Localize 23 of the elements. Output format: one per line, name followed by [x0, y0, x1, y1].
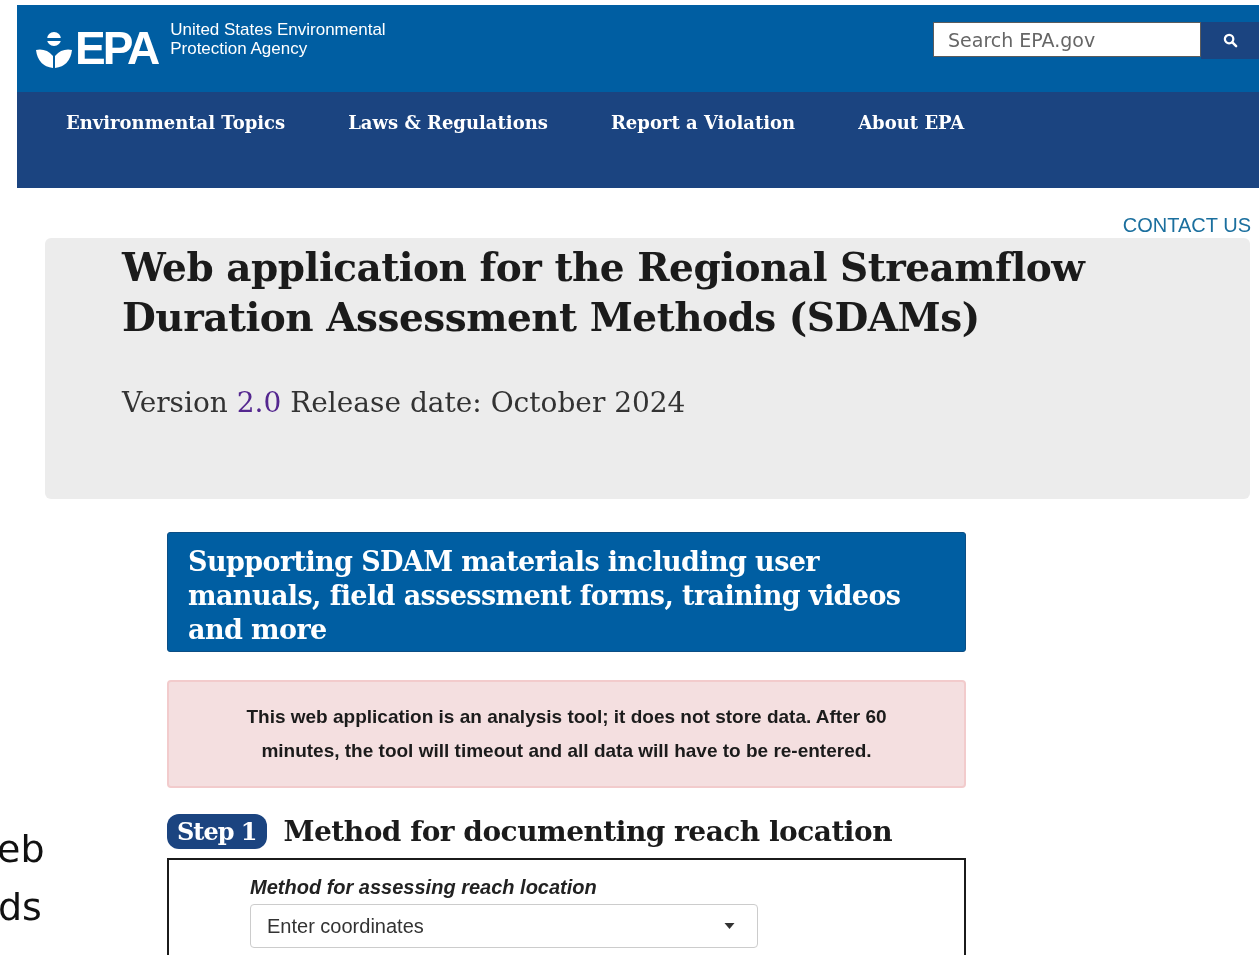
notice-text: This web application is an analysis tool; it does not store data. After 60 minutes, the tool will timeout and all data will have to be re-entered. — [245, 705, 888, 763]
field-label: Method for assessing reach location — [250, 876, 598, 899]
nav-link[interactable]: Report a Violation — [610, 112, 796, 133]
agency-name: Protection Agency — [170, 39, 309, 58]
contact-link[interactable]: CONTACT US — [1122, 212, 1251, 238]
page-title: Web application for the Regional Streamflow Duration Assessment Methods (SDAMs) — [122, 243, 1087, 342]
logo-wordmark[interactable]: EPA — [75, 25, 158, 71]
search-icon — [1222, 33, 1238, 48]
search-field[interactable]: Search EPA.gov — [933, 22, 1201, 57]
agency-name: United States Environmental — [170, 20, 386, 39]
search-button[interactable] — [1201, 22, 1259, 59]
step-title: Method for documenting reach location — [283, 815, 893, 848]
caret-icon — [724, 923, 735, 929]
nav-link[interactable]: Laws & Regulations — [348, 112, 548, 133]
nav-link[interactable]: Environmental Topics — [66, 112, 286, 133]
materials-button[interactable]: Supporting SDAM materials including user manuals, field assessment forms, training videos and more — [167, 532, 966, 652]
step-badge: Step 1 — [167, 814, 267, 849]
slide-text-fragment: ds — [0, 884, 43, 931]
method-dropdown[interactable]: Enter coordinates — [250, 904, 758, 948]
nav-link[interactable]: About EPA — [858, 112, 965, 133]
logo-icon — [34, 30, 74, 70]
version-line: Version 2.0 Release date: October 2024 — [122, 386, 687, 419]
version-link[interactable]: 2.0 — [236, 386, 282, 419]
